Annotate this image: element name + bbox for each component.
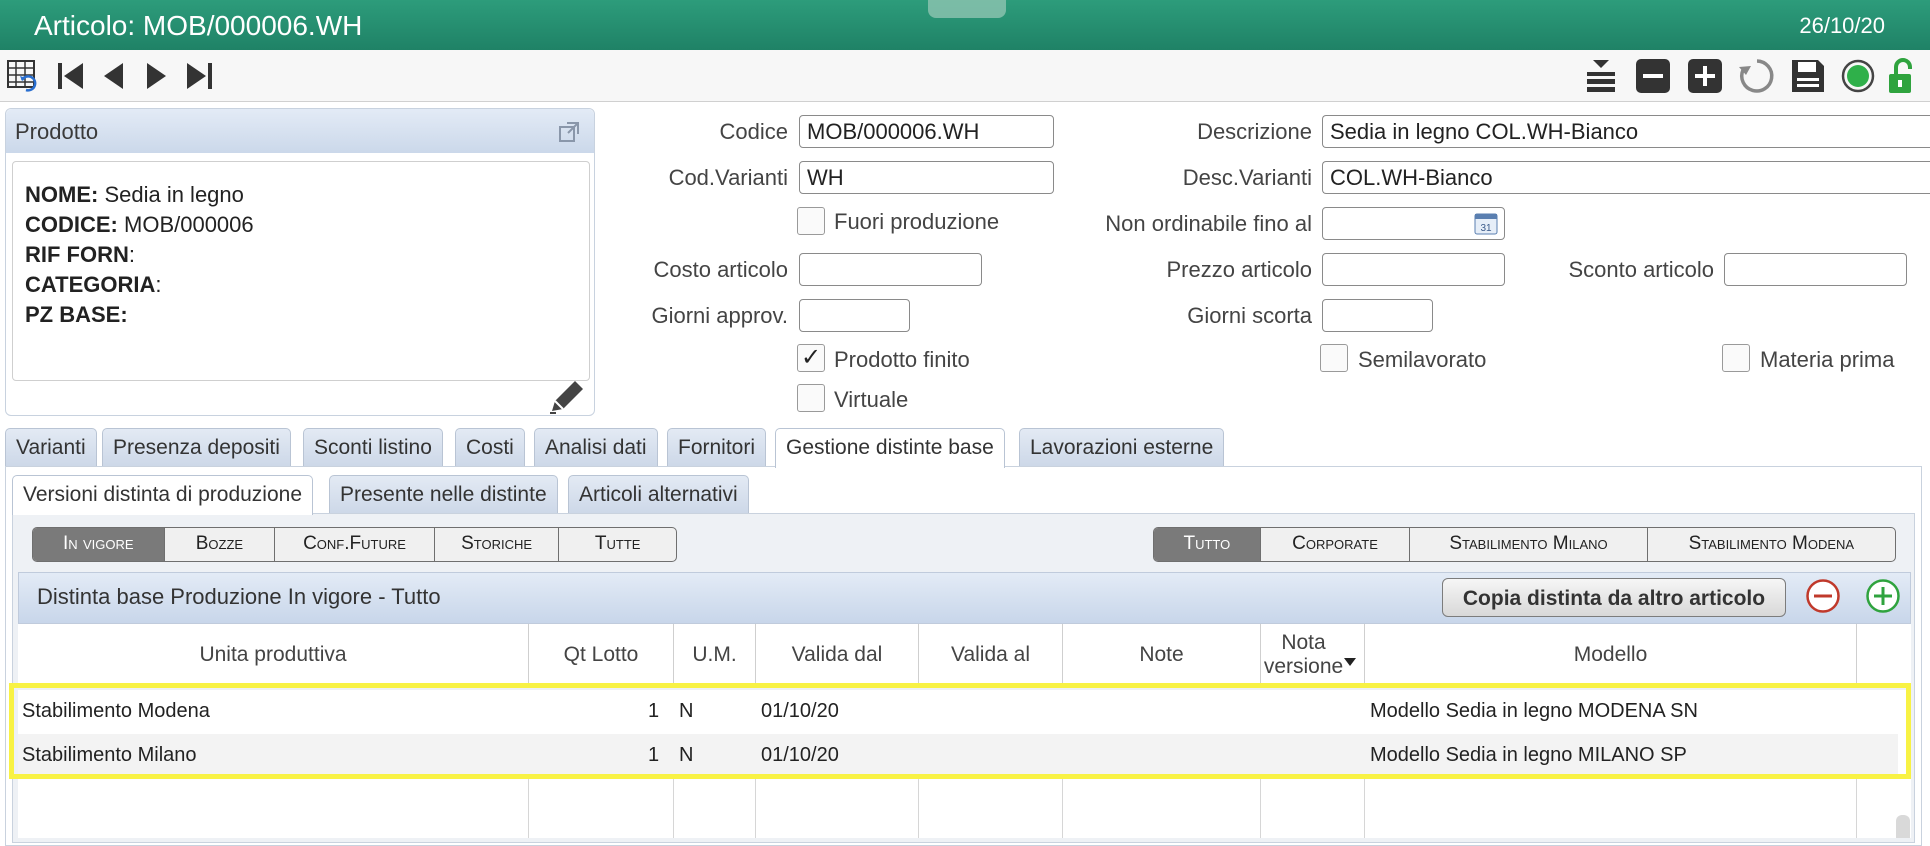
descrizione-label: Descrizione <box>1197 119 1312 144</box>
materia-prima-label: Materia prima <box>1760 347 1895 372</box>
semilavorato-label: Semilavorato <box>1358 347 1487 372</box>
cod-varianti-field[interactable]: WH <box>799 161 1054 194</box>
filter-bozze[interactable]: Bozze <box>165 528 276 561</box>
state-filter: In vigore Bozze Conf.Future Storiche Tut… <box>32 527 677 562</box>
prodotto-finito-label: Prodotto finito <box>834 347 970 372</box>
col-unita-produttiva[interactable]: Unita produttiva <box>18 624 529 686</box>
window-date: 26/10/20 <box>1799 13 1885 38</box>
materia-prima-checkbox[interactable] <box>1722 344 1750 372</box>
giorni-scorta-label: Giorni scorta <box>1187 303 1312 328</box>
col-note[interactable]: Note <box>1063 624 1261 686</box>
codice-field[interactable]: MOB/000006.WH <box>799 115 1054 148</box>
giorni-approv-field[interactable] <box>799 299 910 332</box>
filter-stabilimento-milano[interactable]: Stabilimento Milano <box>1410 528 1648 561</box>
prev-record-icon[interactable] <box>93 56 133 96</box>
prezzo-articolo-label: Prezzo articolo <box>1166 257 1312 282</box>
col-valida-dal[interactable]: Valida dal <box>756 624 919 686</box>
drag-handle[interactable] <box>928 0 1006 18</box>
prezzo-articolo-field[interactable] <box>1322 253 1505 286</box>
subtab-versioni-distinta[interactable]: Versioni distinta di produzione <box>12 475 314 515</box>
tab-varianti[interactable]: Varianti <box>5 428 97 466</box>
title-bar: Articolo: MOB/000006.WH 26/10/20 <box>0 0 1930 50</box>
product-line-pz-base: PZ BASE: <box>25 302 128 327</box>
stack-insert-icon[interactable] <box>1581 56 1621 96</box>
product-summary: NOME: Sedia in legno CODICE: MOB/000006 … <box>12 161 590 381</box>
product-panel: Prodotto NOME: Sedia in legno CODICE: MO… <box>5 108 595 416</box>
window-title: Articolo: MOB/000006.WH <box>34 10 363 41</box>
fuori-produzione-checkbox[interactable] <box>797 207 825 235</box>
product-line-codice: CODICE: MOB/000006 <box>25 212 254 237</box>
scrollbar-thumb[interactable] <box>1896 815 1910 838</box>
fuori-produzione-label: Fuori produzione <box>834 209 1000 234</box>
non-ordinabile-label: Non ordinabile fino al <box>1105 211 1312 236</box>
minus-icon[interactable] <box>1633 56 1673 96</box>
filter-conf-future[interactable]: Conf.Future <box>275 528 435 561</box>
plus-icon[interactable] <box>1685 56 1725 96</box>
expand-icon[interactable] <box>558 121 580 148</box>
filter-tutte[interactable]: Tutte <box>559 528 676 561</box>
desc-varianti-field[interactable]: COL.WH-Bianco <box>1322 161 1930 194</box>
svg-text:31: 31 <box>1480 223 1492 234</box>
first-record-icon[interactable] <box>50 56 90 96</box>
filter-storiche[interactable]: Storiche <box>435 528 560 561</box>
desc-varianti-label: Desc.Varianti <box>1182 165 1312 190</box>
copy-distinta-button[interactable]: Copia distinta da altro articolo <box>1442 578 1786 617</box>
subtab-presente-nelle-distinte[interactable]: Presente nelle distinte <box>329 475 558 513</box>
costo-articolo-label: Costo articolo <box>653 257 788 282</box>
tab-fornitori[interactable]: Fornitori <box>667 428 767 466</box>
toolbar <box>0 50 1930 102</box>
edit-pencil-icon[interactable] <box>548 379 586 420</box>
filter-corporate[interactable]: Corporate <box>1261 528 1411 561</box>
site-filter: Tutto Corporate Stabilimento Milano Stab… <box>1153 527 1896 562</box>
sconto-articolo-field[interactable] <box>1724 253 1907 286</box>
tab-analisi-dati[interactable]: Analisi dati <box>534 428 658 466</box>
product-header-title: Prodotto <box>15 119 99 144</box>
product-line-nome: NOME: Sedia in legno <box>25 182 244 207</box>
col-valida-al[interactable]: Valida al <box>919 624 1063 686</box>
next-record-icon[interactable] <box>137 56 177 96</box>
tab-costi[interactable]: Costi <box>455 428 525 466</box>
product-line-categoria: CATEGORIA: <box>25 272 162 297</box>
col-spacer <box>1857 624 1911 686</box>
semilavorato-checkbox[interactable] <box>1320 344 1348 372</box>
tab-gestione-distinte-base[interactable]: Gestione distinte base <box>775 428 1005 468</box>
product-line-rif-forn: RIF FORN: <box>25 242 136 267</box>
col-um[interactable]: U.M. <box>674 624 756 686</box>
filter-in-vigore[interactable]: In vigore <box>33 528 165 561</box>
rows-highlight <box>9 683 1911 779</box>
calendar-icon[interactable]: 31 <box>1474 211 1498 240</box>
product-header: Prodotto <box>6 109 594 153</box>
filter-tutto[interactable]: Tutto <box>1154 528 1261 561</box>
sort-desc-icon[interactable] <box>1343 654 1357 672</box>
prodotto-finito-checkbox[interactable]: ✓ <box>797 344 825 372</box>
filter-stabilimento-modena[interactable]: Stabilimento Modena <box>1648 528 1895 561</box>
status-dot-icon[interactable] <box>1838 56 1878 96</box>
tab-lavorazioni-esterne[interactable]: Lavorazioni esterne <box>1019 428 1225 466</box>
cod-varianti-label: Cod.Varianti <box>668 165 788 190</box>
giorni-scorta-field[interactable] <box>1322 299 1433 332</box>
virtuale-checkbox[interactable] <box>797 384 825 412</box>
tab-presenza-depositi[interactable]: Presenza depositi <box>102 428 291 466</box>
remove-circle-icon[interactable] <box>1805 578 1841 619</box>
save-icon[interactable] <box>1788 56 1828 96</box>
virtuale-label: Virtuale <box>834 387 909 412</box>
codice-label: Codice <box>719 119 788 144</box>
tab-sconti-listino[interactable]: Sconti listino <box>303 428 443 466</box>
unlock-icon[interactable] <box>1882 56 1922 96</box>
refresh-icon[interactable] <box>1737 56 1777 96</box>
sconto-articolo-label: Sconto articolo <box>1568 257 1714 282</box>
costo-articolo-field[interactable] <box>799 253 982 286</box>
last-record-icon[interactable] <box>180 56 220 96</box>
grid-title: Distinta base Produzione In vigore - Tut… <box>37 584 441 609</box>
subtab-articoli-alternativi[interactable]: Articoli alternativi <box>568 475 749 513</box>
add-circle-icon[interactable] <box>1865 578 1901 619</box>
grid-column-headers: Unita produttiva Qt Lotto U.M. Valida da… <box>18 624 1911 686</box>
giorni-approv-label: Giorni approv. <box>651 303 788 328</box>
col-qt-lotto[interactable]: Qt Lotto <box>529 624 674 686</box>
col-modello[interactable]: Modello <box>1365 624 1857 686</box>
table-undo-icon[interactable] <box>4 56 44 96</box>
descrizione-field[interactable]: Sedia in legno COL.WH-Bianco <box>1322 115 1930 148</box>
